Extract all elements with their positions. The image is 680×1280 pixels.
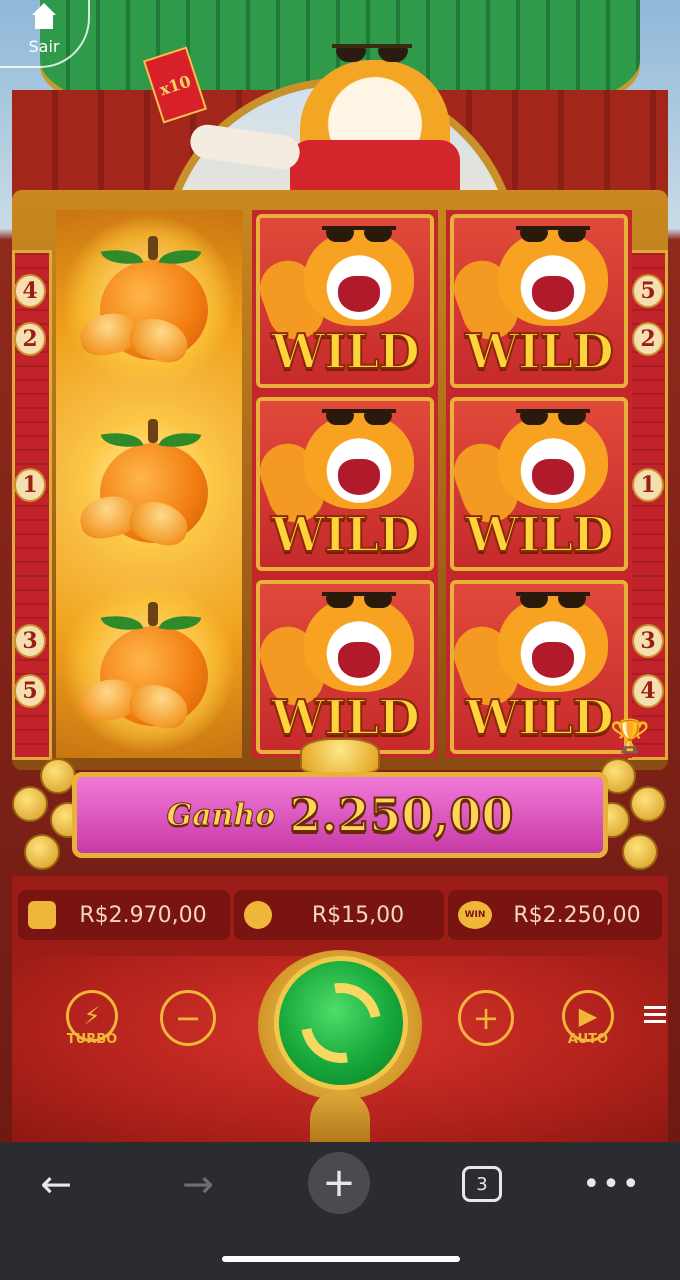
increase-bet-button[interactable]: + bbox=[458, 990, 514, 1046]
gold-ingot-icon bbox=[300, 738, 380, 774]
wild-label: WILD bbox=[464, 506, 615, 564]
symbol-wild: WILD bbox=[446, 393, 632, 575]
wild-tile: WILD bbox=[256, 397, 434, 571]
plus-icon: + bbox=[472, 999, 500, 1037]
back-button[interactable]: ← bbox=[26, 1156, 86, 1212]
stem bbox=[148, 236, 158, 260]
win-label: Ganho bbox=[166, 797, 276, 833]
stem bbox=[148, 602, 158, 626]
win-amount: 2.250,00 bbox=[288, 787, 514, 843]
stem bbox=[148, 419, 158, 443]
spin-button[interactable] bbox=[274, 956, 408, 1090]
payline-number: 4 bbox=[632, 674, 664, 708]
spin-swirl-icon bbox=[285, 967, 397, 1079]
turbo-label: TURBO bbox=[66, 1032, 118, 1047]
payline-number: 4 bbox=[14, 274, 46, 308]
win-banner: Ganho 2.250,00 bbox=[72, 772, 608, 858]
menu-button[interactable] bbox=[644, 1002, 668, 1026]
tab-switcher-button[interactable]: 3 bbox=[452, 1156, 512, 1212]
payline-number: 2 bbox=[14, 322, 46, 356]
wild-label: WILD bbox=[464, 689, 615, 747]
payline-number: 3 bbox=[14, 624, 46, 658]
bet-box[interactable]: R$15,00 bbox=[234, 890, 444, 940]
arrow-left-icon: ← bbox=[40, 1162, 72, 1206]
wallet-icon bbox=[28, 901, 56, 929]
trophy-icon[interactable]: 🏆 bbox=[610, 716, 650, 756]
tiger-mouth bbox=[338, 642, 380, 678]
lightning-icon: ⚡ bbox=[83, 1002, 101, 1030]
win-icon: WIN bbox=[458, 901, 492, 929]
sunglasses-icon bbox=[516, 226, 590, 242]
reel-2: WILD WILD WILD bbox=[252, 210, 438, 758]
plus-icon: + bbox=[322, 1160, 356, 1206]
last-win-box[interactable]: WIN R$2.250,00 bbox=[448, 890, 662, 940]
tiger-mouth bbox=[338, 459, 380, 495]
minus-icon: − bbox=[174, 999, 202, 1037]
tiger-mouth bbox=[532, 459, 574, 495]
spin-button-base bbox=[310, 1090, 370, 1142]
wild-label: WILD bbox=[270, 323, 421, 381]
balance-value: R$2.970,00 bbox=[79, 902, 207, 928]
sunglasses-icon bbox=[516, 592, 590, 608]
sunglasses-icon bbox=[516, 409, 590, 425]
sunglasses-icon bbox=[322, 409, 396, 425]
symbol-wild: WILD bbox=[446, 576, 632, 758]
reel-1 bbox=[56, 210, 242, 758]
symbol-wild: WILD bbox=[252, 576, 438, 758]
home-icon bbox=[30, 2, 58, 33]
tiger-mouth bbox=[532, 642, 574, 678]
wild-tile: WILD bbox=[450, 214, 628, 388]
wild-tile: WILD bbox=[256, 214, 434, 388]
payline-number: 3 bbox=[632, 624, 664, 658]
symbol-wild: WILD bbox=[446, 210, 632, 392]
exit-label: Sair bbox=[28, 36, 60, 56]
wild-label: WILD bbox=[270, 506, 421, 564]
arrow-right-icon: → bbox=[182, 1162, 214, 1206]
tiger-mouth bbox=[532, 276, 574, 312]
reel-3: WILD WILD WILD bbox=[446, 210, 632, 758]
payline-number: 2 bbox=[632, 322, 664, 356]
symbol-orange bbox=[56, 576, 242, 758]
payline-number: 5 bbox=[14, 674, 46, 708]
tiger-mouth bbox=[338, 276, 380, 312]
symbol-orange bbox=[56, 210, 242, 392]
autoplay-label: AUTO bbox=[567, 1032, 609, 1047]
wild-tile: WILD bbox=[256, 580, 434, 754]
symbol-wild: WILD bbox=[252, 210, 438, 392]
payline-number: 5 bbox=[632, 274, 664, 308]
wild-label: WILD bbox=[464, 323, 615, 381]
more-options-button[interactable]: ••• bbox=[582, 1156, 642, 1212]
home-indicator[interactable] bbox=[222, 1256, 460, 1262]
wild-tile: WILD bbox=[450, 397, 628, 571]
sunglasses-icon bbox=[332, 44, 412, 62]
bet-value: R$15,00 bbox=[311, 902, 405, 928]
decrease-bet-button[interactable]: − bbox=[160, 990, 216, 1046]
payline-number: 1 bbox=[14, 468, 46, 502]
balance-box[interactable]: R$2.970,00 bbox=[18, 890, 230, 940]
last-win-value: R$2.250,00 bbox=[513, 902, 641, 928]
sunglasses-icon bbox=[322, 592, 396, 608]
info-bar: R$2.970,00 R$15,00 WIN R$2.250,00 bbox=[12, 876, 668, 956]
payline-number: 1 bbox=[632, 468, 664, 502]
wild-tile: WILD bbox=[450, 580, 628, 754]
forward-button[interactable]: → bbox=[168, 1156, 228, 1212]
symbol-wild: WILD bbox=[252, 393, 438, 575]
play-icon: ▶ bbox=[578, 1002, 598, 1030]
new-tab-button[interactable]: + bbox=[308, 1152, 370, 1214]
ellipsis-icon: ••• bbox=[582, 1166, 642, 1202]
tab-count: 3 bbox=[462, 1166, 502, 1202]
symbol-orange bbox=[56, 393, 242, 575]
sunglasses-icon bbox=[322, 226, 396, 242]
coins-icon bbox=[244, 901, 272, 929]
